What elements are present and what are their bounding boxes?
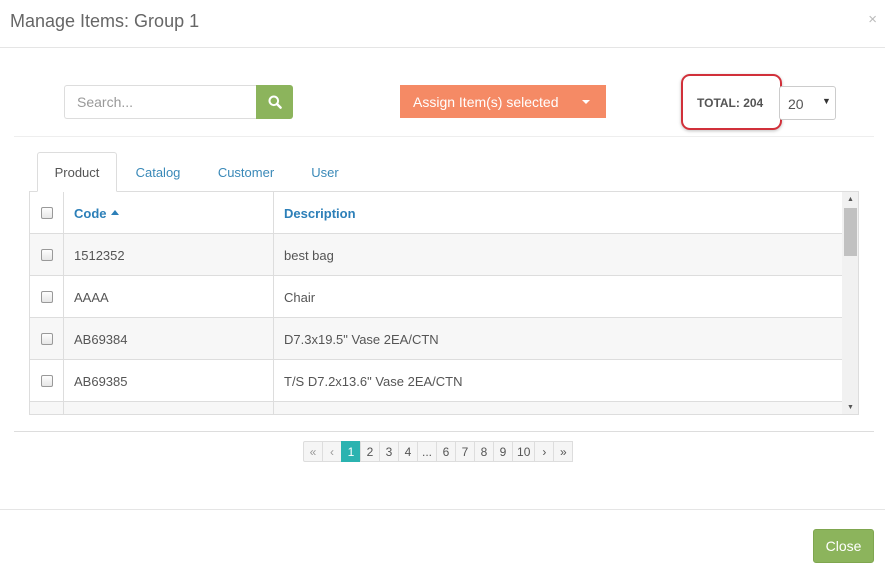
- first-page-button[interactable]: «: [303, 441, 323, 462]
- modal-footer-divider: [0, 509, 885, 510]
- scroll-up-arrow-icon[interactable]: ▲: [842, 192, 858, 206]
- tab-catalog[interactable]: Catalog: [123, 152, 193, 192]
- close-icon[interactable]: ×: [868, 11, 877, 28]
- page-10-button[interactable]: 10: [512, 441, 536, 462]
- description-header-label: Description: [284, 205, 356, 221]
- page-ellipsis: ...: [417, 441, 438, 462]
- page-size-value: 20: [788, 96, 804, 112]
- table-row[interactable]: AB69385 T/S D7.2x13.6" Vase 2EA/CTN: [30, 360, 842, 402]
- row-checkbox[interactable]: [40, 375, 53, 387]
- page-1-button[interactable]: 1: [341, 441, 361, 462]
- search-input[interactable]: [64, 85, 256, 119]
- row-checkbox-cell: [30, 276, 64, 318]
- prev-page-button[interactable]: ‹: [322, 441, 342, 462]
- code-cell: AB69385: [64, 360, 274, 402]
- page-6-button[interactable]: 6: [436, 441, 457, 462]
- code-cell: 1512352: [64, 234, 274, 276]
- description-cell: [274, 402, 842, 414]
- close-button[interactable]: Close: [813, 529, 874, 563]
- search-button[interactable]: [256, 85, 293, 119]
- modal-header: Manage Items: Group 1 ×: [0, 0, 885, 48]
- items-table: Code Description 1512352 best bag AAAA C…: [29, 191, 859, 415]
- tab-user[interactable]: User: [301, 152, 349, 192]
- description-cell: D7.3x19.5" Vase 2EA/CTN: [284, 331, 439, 347]
- total-count: TOTAL: 204: [697, 96, 764, 110]
- divider: [14, 431, 874, 432]
- caret-down-icon[interactable]: [582, 100, 590, 104]
- code-column-header[interactable]: Code: [64, 192, 274, 234]
- select-all-cell: [30, 192, 64, 234]
- divider: [14, 136, 874, 137]
- last-page-button[interactable]: »: [553, 441, 574, 462]
- tab-customer[interactable]: Customer: [207, 152, 285, 192]
- page-9-button[interactable]: 9: [493, 441, 514, 462]
- chevron-down-icon: ▼: [822, 96, 831, 106]
- table-row[interactable]: 1512352 best bag: [30, 234, 842, 276]
- table-header-row: Code Description: [30, 192, 842, 234]
- page-7-button[interactable]: 7: [455, 441, 476, 462]
- modal-title: Manage Items: Group 1: [10, 11, 200, 31]
- page-2-button[interactable]: 2: [360, 441, 380, 462]
- row-checkbox[interactable]: [40, 333, 53, 345]
- search-icon: [268, 95, 282, 109]
- code-cell: AAAA: [64, 276, 274, 318]
- row-checkbox-cell: [30, 318, 64, 360]
- scrollbar-thumb[interactable]: [844, 208, 857, 256]
- next-page-button[interactable]: ›: [534, 441, 555, 462]
- row-checkbox-cell: [30, 234, 64, 276]
- scroll-down-arrow-icon[interactable]: ▼: [842, 400, 858, 414]
- row-checkbox-cell: [30, 402, 64, 414]
- sort-ascending-icon: [110, 209, 119, 215]
- page-4-button[interactable]: 4: [398, 441, 418, 462]
- page-8-button[interactable]: 8: [474, 441, 495, 462]
- table-scrollbar[interactable]: ▲ ▼: [842, 192, 858, 414]
- search-group: [64, 85, 293, 119]
- code-header-label: Code: [74, 205, 107, 221]
- description-cell: best bag: [284, 247, 334, 263]
- table-row[interactable]: AAAA Chair: [30, 276, 842, 318]
- row-checkbox[interactable]: [40, 249, 53, 261]
- row-checkbox[interactable]: [40, 291, 53, 303]
- assign-items-button[interactable]: Assign Item(s) selected: [400, 85, 606, 118]
- tab-product[interactable]: Product: [37, 152, 117, 192]
- pagination: « ‹ 1 2 3 4 ... 6 7 8 9 10 › »: [303, 441, 574, 462]
- select-all-checkbox[interactable]: [40, 207, 53, 219]
- table-row[interactable]: [30, 402, 842, 414]
- description-cell: T/S D7.2x13.6" Vase 2EA/CTN: [284, 373, 463, 389]
- table-row[interactable]: AB69384 D7.3x19.5" Vase 2EA/CTN: [30, 318, 842, 360]
- row-checkbox-cell: [30, 360, 64, 402]
- description-cell: Chair: [284, 289, 316, 305]
- code-cell: AB69384: [64, 318, 274, 360]
- assign-items-label: Assign Item(s) selected: [413, 94, 559, 110]
- description-column-header[interactable]: Description: [274, 192, 842, 234]
- code-cell: [64, 402, 274, 414]
- page-size-select[interactable]: 20 ▼: [779, 86, 836, 120]
- page-3-button[interactable]: 3: [379, 441, 399, 462]
